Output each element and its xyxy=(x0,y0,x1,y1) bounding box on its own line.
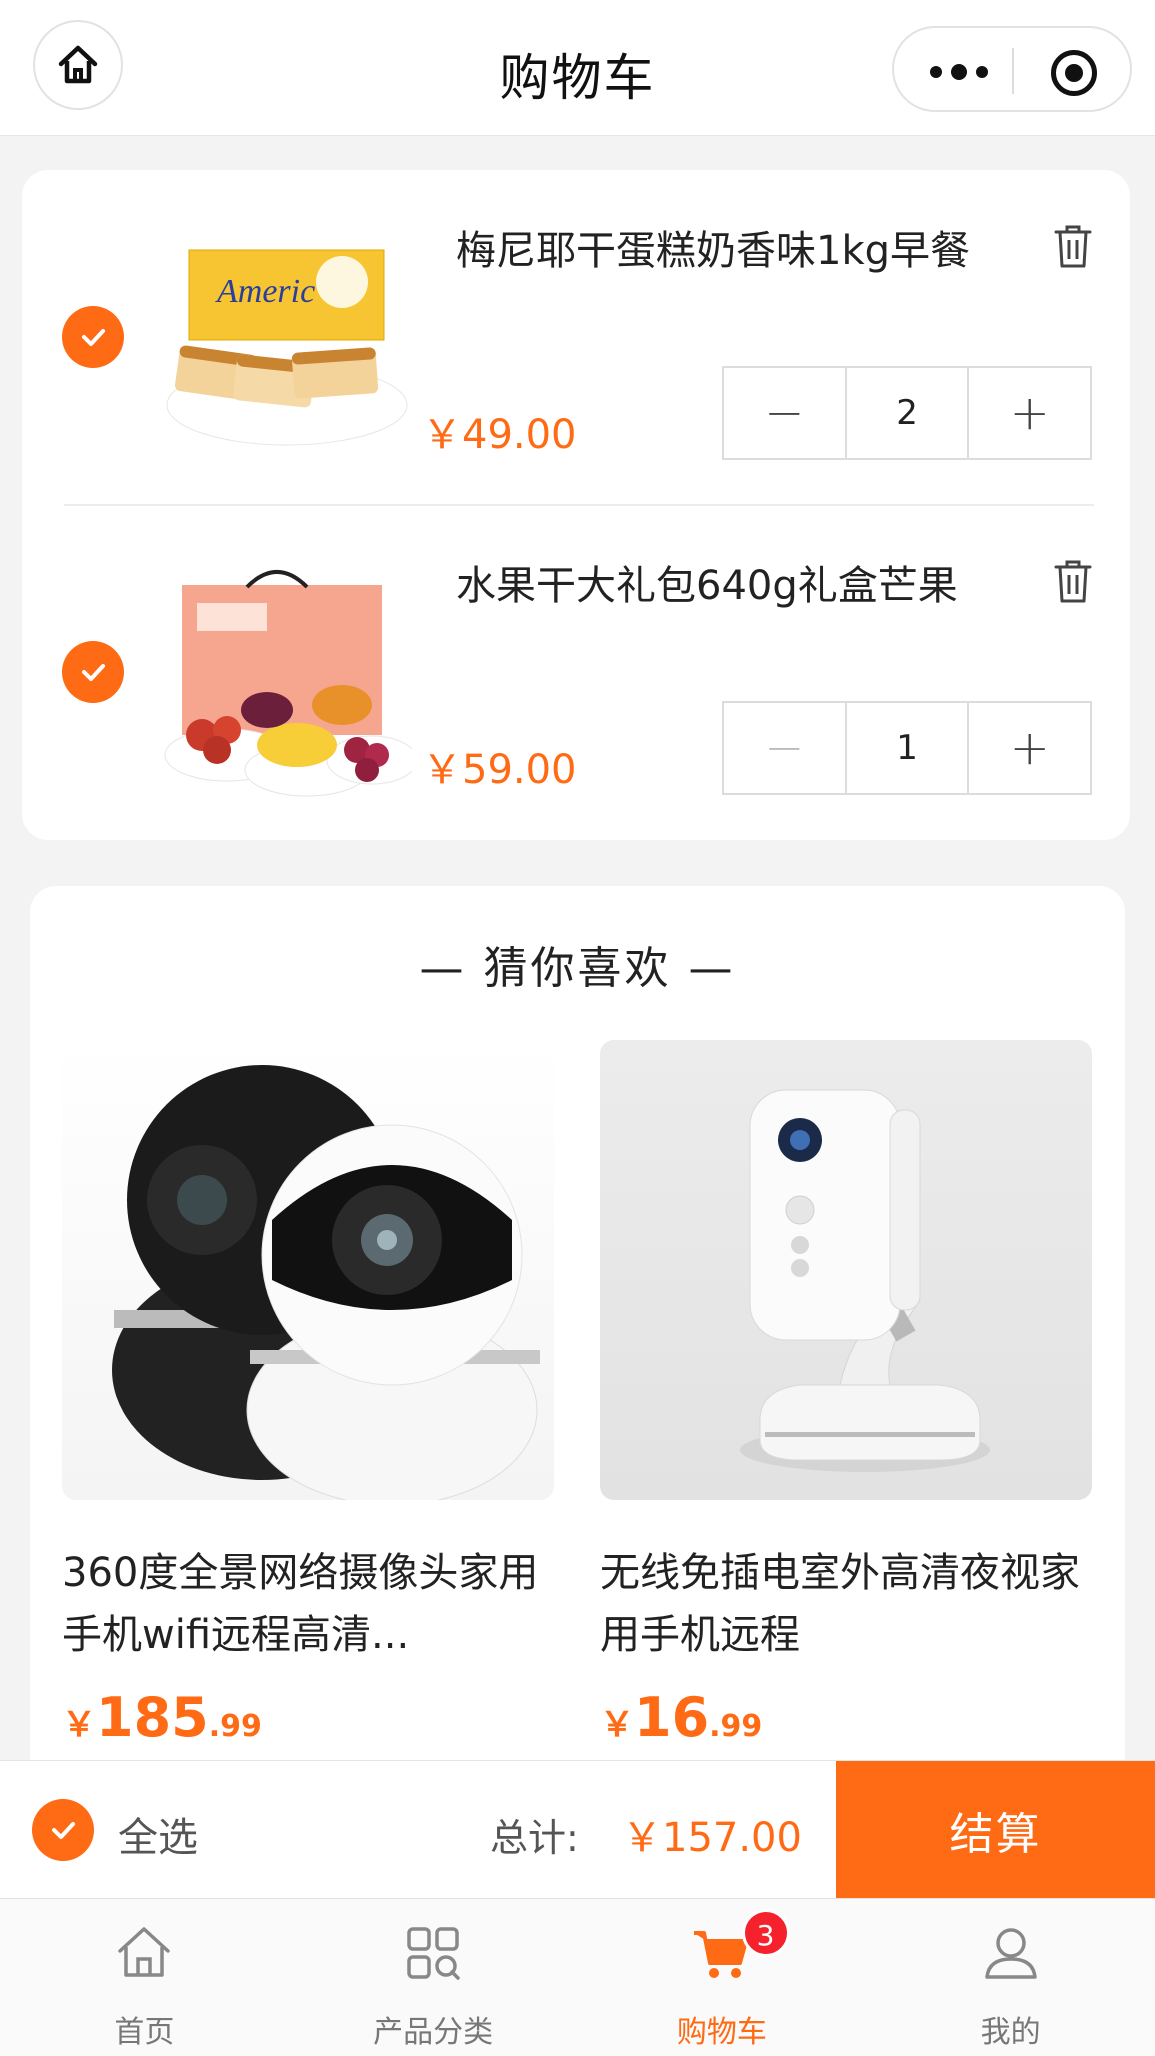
tab-label: 购物车 xyxy=(676,2015,767,2050)
tab-cart[interactable]: 3 购物车 xyxy=(578,1899,867,2056)
trash-icon[interactable] xyxy=(1052,557,1094,605)
checkmark-icon xyxy=(82,664,105,681)
price-integer: 16 xyxy=(634,1686,710,1749)
close-target-button[interactable] xyxy=(1051,50,1097,96)
category-grid-icon xyxy=(407,1927,460,1980)
quantity-value[interactable]: 1 xyxy=(844,703,968,793)
cart-item: Americ 梅尼耶干蛋糕奶香味1kg早餐 ￥49.00 − 2 + xyxy=(22,170,1130,505)
tab-mine[interactable]: 我的 xyxy=(866,1899,1155,2056)
item-checkbox[interactable] xyxy=(62,641,124,703)
cart-count-badge: 3 xyxy=(741,1909,790,1957)
decrease-button[interactable]: − xyxy=(724,368,845,458)
dot-icon xyxy=(930,66,942,78)
more-menu-button[interactable] xyxy=(930,64,988,80)
increase-button[interactable]: + xyxy=(967,368,1090,458)
user-icon xyxy=(984,1928,1037,1979)
price-decimal: .99 xyxy=(208,1709,262,1744)
select-all-label[interactable]: 全选 xyxy=(118,1805,198,1863)
price-currency: ￥ xyxy=(62,1705,96,1745)
quantity-value[interactable]: 2 xyxy=(844,368,968,458)
select-all-checkbox[interactable] xyxy=(32,1799,94,1861)
dot-icon xyxy=(951,64,967,80)
recommend-product[interactable]: 360度全景网络摄像头家用手机wifi远程高清... ￥185.99 xyxy=(62,1040,554,1749)
tab-label: 首页 xyxy=(114,2015,175,2050)
decrease-button[interactable]: − xyxy=(724,703,845,793)
product-image-camera-360[interactable] xyxy=(62,1040,554,1506)
tab-bar: 首页 产品分类 3 购物车 我的 xyxy=(0,1898,1155,2056)
svg-text:Americ: Americ xyxy=(215,273,315,310)
mini-program-capsule xyxy=(892,26,1132,112)
cart-item: 水果干大礼包640g礼盒芒果 ￥59.00 − 1 + xyxy=(22,505,1130,840)
item-name[interactable]: 梅尼耶干蛋糕奶香味1kg早餐 xyxy=(456,218,970,276)
product-image-wireless-camera[interactable] xyxy=(600,1040,1092,1500)
increase-button[interactable]: + xyxy=(967,703,1090,793)
quantity-stepper: − 2 + xyxy=(722,366,1092,460)
product-name[interactable]: 无线免插电室外高清夜视家用手机远程 xyxy=(600,1542,1092,1666)
price-integer: 185 xyxy=(96,1686,209,1749)
checkmark-icon xyxy=(52,1822,75,1839)
item-price: ￥49.00 xyxy=(422,412,577,458)
product-name[interactable]: 360度全景网络摄像头家用手机wifi远程高清... xyxy=(62,1542,554,1666)
nav-header: 购物车 xyxy=(0,0,1155,136)
item-name[interactable]: 水果干大礼包640g礼盒芒果 xyxy=(456,553,958,611)
tab-home[interactable]: 首页 xyxy=(0,1899,289,2056)
item-checkbox[interactable] xyxy=(62,306,124,368)
tab-category[interactable]: 产品分类 xyxy=(289,1899,578,2056)
price-decimal: .99 xyxy=(709,1709,763,1744)
item-price: ￥59.00 xyxy=(422,747,577,793)
product-thumbnail-cake[interactable]: Americ xyxy=(157,230,412,465)
recommend-product[interactable]: 无线免插电室外高清夜视家用手机远程 ￥16.99 xyxy=(600,1040,1092,1749)
checkout-bar: 全选 总计: ￥157.00 结算 xyxy=(0,1760,1155,1899)
checkout-button[interactable]: 结算 xyxy=(836,1761,1155,1899)
trash-icon[interactable] xyxy=(1052,222,1094,270)
cart-list: Americ 梅尼耶干蛋糕奶香味1kg早餐 ￥49.00 − 2 + 水果干大礼… xyxy=(22,170,1130,840)
price-currency: ￥ xyxy=(600,1705,634,1745)
home-icon xyxy=(118,1927,171,1977)
recommend-title: — 猜你喜欢 — xyxy=(419,943,736,994)
tab-label: 我的 xyxy=(980,2015,1041,2050)
product-price: ￥185.99 xyxy=(62,1686,554,1749)
capsule-divider xyxy=(1012,48,1014,94)
total-label: 总计: xyxy=(490,1816,579,1860)
product-thumbnail-dried-fruit[interactable] xyxy=(157,565,412,800)
quantity-stepper: − 1 + xyxy=(722,701,1092,795)
total-value: ￥157.00 xyxy=(622,1815,802,1861)
tab-label: 产品分类 xyxy=(373,2015,494,2050)
dot-icon xyxy=(976,66,988,78)
checkmark-icon xyxy=(82,329,105,346)
product-price: ￥16.99 xyxy=(600,1686,1092,1749)
